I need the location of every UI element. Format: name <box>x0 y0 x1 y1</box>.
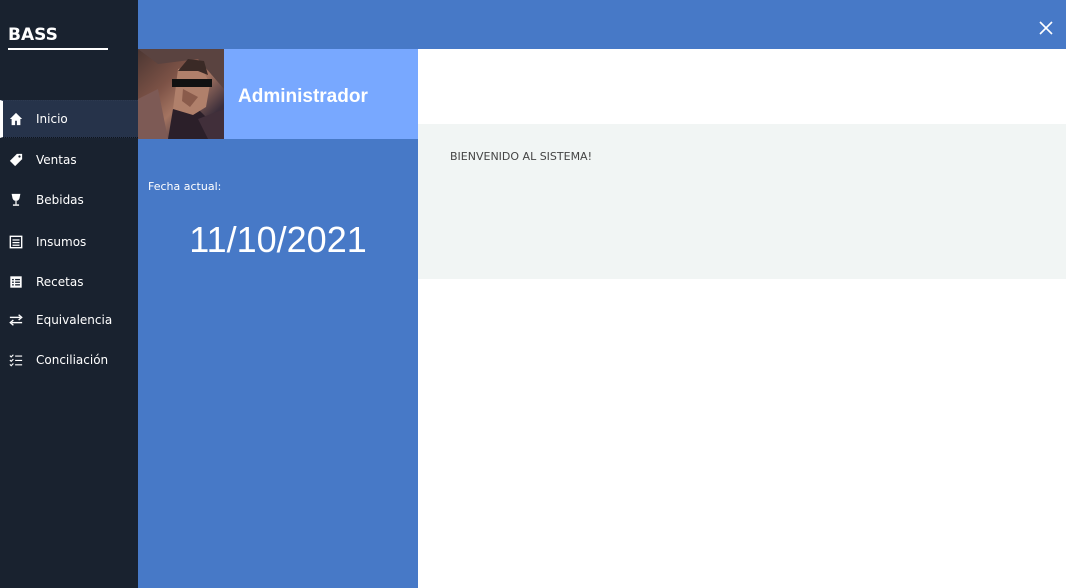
sidebar-item-bebidas[interactable]: Bebidas <box>0 181 138 219</box>
current-date: 11/10/2021 <box>189 219 367 260</box>
swap-arrows-icon <box>8 312 24 328</box>
user-photo-icon <box>138 49 224 139</box>
sidebar-item-label: Inicio <box>36 112 68 126</box>
sidebar-item-label: Insumos <box>36 235 87 249</box>
sidebar: BASS Inicio Ventas Bebidas Insumos Recet… <box>0 0 138 588</box>
username: Administrador <box>238 86 368 107</box>
checklist-icon <box>8 352 24 368</box>
user-panel: Administrador Fecha actual: 11/10/2021 <box>138 49 418 588</box>
sidebar-item-label: Equivalencia <box>36 313 113 327</box>
close-button[interactable] <box>1038 20 1054 36</box>
sidebar-item-label: Conciliación <box>36 353 109 367</box>
date-label: Fecha actual: <box>148 180 222 193</box>
top-bar <box>138 0 1066 49</box>
sidebar-item-equivalencia[interactable]: Equivalencia <box>0 301 138 339</box>
close-icon <box>1039 21 1053 35</box>
tag-icon <box>8 152 24 168</box>
sidebar-item-recetas[interactable]: Recetas <box>0 263 138 301</box>
sidebar-item-label: Recetas <box>36 275 84 289</box>
sidebar-item-inicio[interactable]: Inicio <box>0 100 138 138</box>
app-brand: BASS <box>8 24 108 50</box>
welcome-panel: BIENVENIDO AL SISTEMA! <box>418 124 1066 279</box>
avatar <box>138 49 224 139</box>
wine-glass-icon <box>8 192 24 208</box>
home-icon <box>8 111 24 127</box>
sidebar-item-ventas[interactable]: Ventas <box>0 141 138 179</box>
list-box-icon <box>8 234 24 250</box>
sidebar-item-insumos[interactable]: Insumos <box>0 223 138 261</box>
sidebar-item-conciliacion[interactable]: Conciliación <box>0 341 138 379</box>
sidebar-item-label: Ventas <box>36 153 77 167</box>
welcome-message: BIENVENIDO AL SISTEMA! <box>450 150 592 163</box>
user-header: Administrador <box>138 49 418 139</box>
sidebar-item-label: Bebidas <box>36 193 84 207</box>
recipe-list-icon <box>8 274 24 290</box>
